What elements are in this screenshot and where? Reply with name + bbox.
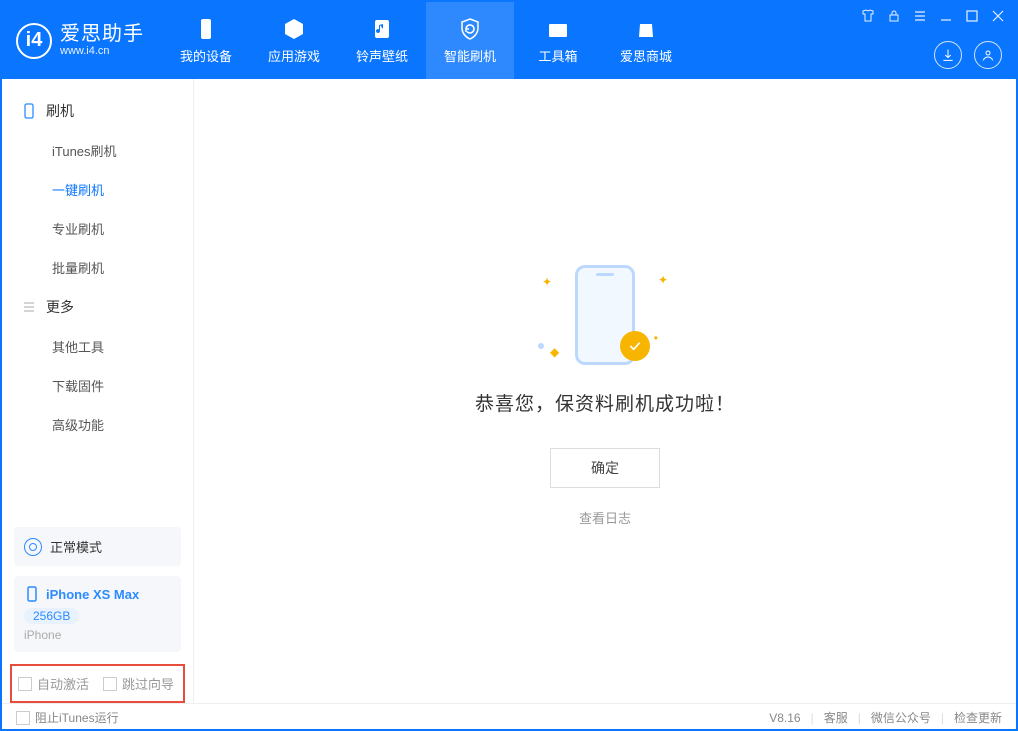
- version-label: V8.16: [769, 711, 800, 725]
- header-right: [860, 2, 1016, 79]
- sparkle-icon: •: [654, 331, 658, 345]
- checkbox-icon: [103, 677, 117, 691]
- minimize-icon[interactable]: [938, 8, 954, 24]
- close-icon[interactable]: [990, 8, 1006, 24]
- tshirt-icon[interactable]: [860, 8, 876, 24]
- success-illustration: ✦ ✦ ◆ •: [530, 255, 680, 375]
- header-circle-buttons: [934, 41, 1002, 69]
- sidebar-item-oneclick-flash[interactable]: 一键刷机: [2, 170, 193, 209]
- shield-refresh-icon: [457, 16, 483, 42]
- checkbox-block-itunes[interactable]: 阻止iTunes运行: [16, 709, 119, 726]
- body: 刷机 iTunes刷机 一键刷机 专业刷机 批量刷机 更多 其他工具 下载固件 …: [2, 79, 1016, 703]
- sidebar-item-download-fw[interactable]: 下载固件: [2, 366, 193, 405]
- top-nav: 我的设备 应用游戏 铃声壁纸 智能刷机 工具箱 爱思商城: [162, 2, 690, 79]
- checkbox-icon: [16, 711, 30, 725]
- checkbox-label: 自动激活: [37, 674, 89, 693]
- sidebar-cat-flash: 刷机: [2, 91, 193, 131]
- view-log-link[interactable]: 查看日志: [579, 508, 631, 527]
- bag-icon: [633, 16, 659, 42]
- footer: 阻止iTunes运行 V8.16 | 客服 | 微信公众号 | 检查更新: [2, 703, 1016, 731]
- mode-icon: [24, 538, 42, 556]
- device-type: iPhone: [24, 628, 171, 642]
- check-badge-icon: [620, 331, 650, 361]
- device-small-icon: [24, 586, 40, 602]
- sparkle-icon: ◆: [550, 345, 559, 359]
- sidebar-item-advanced[interactable]: 高级功能: [2, 405, 193, 444]
- nav-label: 我的设备: [180, 46, 232, 65]
- checkbox-auto-activate[interactable]: 自动激活: [18, 674, 89, 693]
- device-name: iPhone XS Max: [46, 587, 139, 602]
- nav-label: 铃声壁纸: [356, 46, 408, 65]
- nav-store[interactable]: 爱思商城: [602, 2, 690, 79]
- lock-icon[interactable]: [886, 8, 902, 24]
- device-area: 正常模式 iPhone XS Max 256GB iPhone 自动激活 跳过向…: [2, 527, 193, 703]
- cat-label: 更多: [46, 297, 74, 317]
- checkbox-icon: [18, 677, 32, 691]
- briefcase-icon: [545, 16, 571, 42]
- menu-icon[interactable]: [912, 8, 928, 24]
- download-button[interactable]: [934, 41, 962, 69]
- dot-icon: [538, 343, 544, 349]
- nav-smartflash[interactable]: 智能刷机: [426, 2, 514, 79]
- success-message: 恭喜您，保资料刷机成功啦！: [475, 389, 735, 416]
- window-controls: [860, 8, 1006, 24]
- support-link[interactable]: 客服: [824, 709, 848, 726]
- sidebar-item-itunes-flash[interactable]: iTunes刷机: [2, 131, 193, 170]
- nav-device[interactable]: 我的设备: [162, 2, 250, 79]
- check-update-link[interactable]: 检查更新: [954, 709, 1002, 726]
- sparkle-icon: ✦: [658, 273, 668, 287]
- sidebar-item-batch-flash[interactable]: 批量刷机: [2, 248, 193, 287]
- main-content: ✦ ✦ ◆ • 恭喜您，保资料刷机成功啦！ 确定 查看日志: [194, 79, 1016, 703]
- sidebar: 刷机 iTunes刷机 一键刷机 专业刷机 批量刷机 更多 其他工具 下载固件 …: [2, 79, 194, 703]
- nav-toolbox[interactable]: 工具箱: [514, 2, 602, 79]
- app-header: i4 爱思助手 www.i4.cn 我的设备 应用游戏 铃声壁纸 智能刷机 工具…: [2, 2, 1016, 79]
- storage-badge: 256GB: [24, 608, 79, 624]
- note-icon: [369, 16, 395, 42]
- app-name-en: www.i4.cn: [60, 45, 144, 57]
- nav-label: 智能刷机: [444, 46, 496, 65]
- nav-label: 爱思商城: [620, 46, 672, 65]
- checkbox-label: 跳过向导: [122, 674, 174, 693]
- sidebar-cat-more: 更多: [2, 287, 193, 327]
- app-name-cn: 爱思助手: [60, 23, 144, 45]
- cat-label: 刷机: [46, 101, 74, 121]
- nav-apps[interactable]: 应用游戏: [250, 2, 338, 79]
- device-top: iPhone XS Max: [24, 586, 171, 602]
- cube-icon: [281, 16, 307, 42]
- logo-text: 爱思助手 www.i4.cn: [60, 23, 144, 57]
- list-icon: [20, 298, 38, 316]
- phone-icon: [193, 16, 219, 42]
- sparkle-icon: ✦: [542, 275, 552, 289]
- nav-ringwall[interactable]: 铃声壁纸: [338, 2, 426, 79]
- logo-icon: i4: [16, 23, 52, 59]
- sidebar-item-pro-flash[interactable]: 专业刷机: [2, 209, 193, 248]
- mode-label: 正常模式: [50, 537, 102, 556]
- confirm-button[interactable]: 确定: [550, 448, 660, 488]
- checkbox-skip-guide[interactable]: 跳过向导: [103, 674, 174, 693]
- maximize-icon[interactable]: [964, 8, 980, 24]
- mode-box[interactable]: 正常模式: [14, 527, 181, 566]
- checkbox-label: 阻止iTunes运行: [35, 709, 119, 726]
- nav-label: 应用游戏: [268, 46, 320, 65]
- user-button[interactable]: [974, 41, 1002, 69]
- sidebar-item-other-tools[interactable]: 其他工具: [2, 327, 193, 366]
- device-icon: [20, 102, 38, 120]
- options-row: 自动激活 跳过向导: [10, 664, 185, 703]
- nav-label: 工具箱: [538, 46, 577, 65]
- logo: i4 爱思助手 www.i4.cn: [2, 2, 162, 79]
- footer-right: V8.16 | 客服 | 微信公众号 | 检查更新: [769, 709, 1002, 726]
- wechat-link[interactable]: 微信公众号: [871, 709, 931, 726]
- device-box[interactable]: iPhone XS Max 256GB iPhone: [14, 576, 181, 652]
